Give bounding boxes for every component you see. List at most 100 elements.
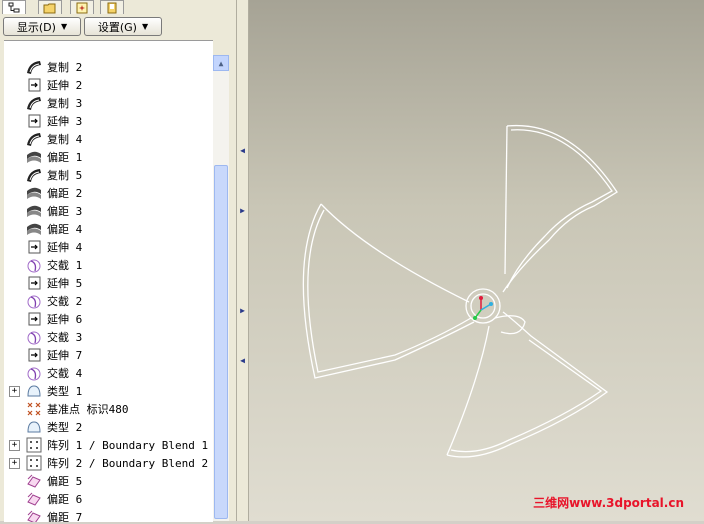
tree-item-label: 复制 5 [47, 169, 83, 182]
extend-icon [26, 275, 42, 291]
expand-icon[interactable]: + [9, 439, 20, 451]
tree-item-label: 偏距 2 [47, 187, 83, 200]
navigator-tab-strip [0, 0, 236, 14]
tree-item[interactable]: 复制 3 [4, 94, 213, 112]
tree-item-label: 交截 1 [47, 259, 83, 272]
tree-item-label: 偏距 6 [47, 493, 83, 506]
tree-item[interactable]: 交截 1 [4, 256, 213, 274]
offset-icon [26, 149, 42, 165]
tree-item-label: 交截 3 [47, 331, 83, 344]
tree-item-label: 复制 3 [47, 97, 83, 110]
tree-item-label: 偏距 1 [47, 151, 83, 164]
tree-item[interactable]: 延伸 3 [4, 112, 213, 130]
offset-pink-icon [26, 473, 42, 489]
intersect-icon [26, 329, 42, 345]
tree-item-label: 复制 4 [47, 133, 83, 146]
surface-type-icon [26, 383, 42, 399]
intersect-icon [26, 365, 42, 381]
tree-item[interactable]: 复制 4 [4, 130, 213, 148]
tree-item-label: 阵列 1 / Boundary Blend 1 [47, 439, 209, 452]
scroll-up-button[interactable]: ▲ [213, 55, 229, 71]
tree-item[interactable]: 偏距 6 [4, 490, 213, 508]
tree-item[interactable]: 复制 2 [4, 58, 213, 76]
offset-pink-icon [26, 491, 42, 507]
tree-item[interactable]: 交截 2 [4, 292, 213, 310]
tree-item-label: 延伸 4 [47, 241, 83, 254]
tree-item[interactable]: 基准点 标识480 [4, 400, 213, 418]
copy-surface-icon [26, 95, 42, 111]
caret-down-icon: ▼ [60, 22, 68, 31]
tree-item[interactable]: 类型 2 [4, 418, 213, 436]
tab-model-tree[interactable] [2, 0, 26, 14]
extend-icon [26, 239, 42, 255]
tree-item[interactable]: 延伸 5 [4, 274, 213, 292]
intersect-icon [26, 257, 42, 273]
watermark-text: 三维网www.3dportal.cn [533, 496, 684, 510]
show-dropdown[interactable]: 显示(D) ▼ [3, 17, 81, 36]
collapse-left-icon[interactable]: ◀ [238, 356, 247, 365]
model-tree-panel: 显示(D) ▼ 设置(G) ▼ 复制 2 延伸 2 复制 3 延伸 3 复制 4 偏距 1… [0, 0, 236, 522]
tree-item-label: 类型 2 [47, 421, 83, 434]
panel-splitter[interactable]: ◀ ▶ ▶ ◀ [236, 0, 249, 521]
scroll-thumb[interactable] [214, 165, 228, 519]
tree-item-label: 偏距 7 [47, 511, 83, 522]
tree-item[interactable]: 偏距 3 [4, 202, 213, 220]
graphics-viewport[interactable]: 三维网www.3dportal.cn [249, 0, 704, 521]
tree-item-label: 延伸 5 [47, 277, 83, 290]
tree-icon [8, 2, 20, 12]
tree-item-label: 偏距 4 [47, 223, 83, 236]
tree-item[interactable]: + 阵列 1 / Boundary Blend 1 [4, 436, 213, 454]
tree-item[interactable]: 偏距 2 [4, 184, 213, 202]
tree-item[interactable]: 偏距 1 [4, 148, 213, 166]
expand-right-icon[interactable]: ▶ [238, 306, 247, 315]
folder-icon [43, 3, 56, 13]
tree-toolbar: 显示(D) ▼ 设置(G) ▼ [0, 15, 236, 37]
pattern-icon [26, 437, 42, 453]
collapse-left-icon[interactable]: ◀ [238, 146, 247, 155]
tree-item[interactable]: 交截 4 [4, 364, 213, 382]
offset-icon [26, 185, 42, 201]
tree-item[interactable]: 偏距 4 [4, 220, 213, 238]
model-tree: 复制 2 延伸 2 复制 3 延伸 3 复制 4 偏距 1 复制 5 偏距 2 偏距 3 偏距 4… [4, 40, 213, 522]
tree-item[interactable]: 偏距 5 [4, 472, 213, 490]
tree-item-label: 延伸 6 [47, 313, 83, 326]
tree-item[interactable]: 延伸 6 [4, 310, 213, 328]
chevron-up-icon: ▲ [218, 58, 224, 68]
tree-item[interactable]: 延伸 2 [4, 76, 213, 94]
tree-item[interactable]: + 阵列 2 / Boundary Blend 2 [4, 454, 213, 472]
tree-item-label: 延伸 3 [47, 115, 83, 128]
offset-icon [26, 221, 42, 237]
extend-icon [26, 113, 42, 129]
datum-point-icon [26, 401, 42, 417]
pattern-icon [26, 455, 42, 471]
extend-icon [26, 77, 42, 93]
expand-right-icon[interactable]: ▶ [238, 206, 247, 215]
fan-blade-model [302, 124, 618, 458]
tab-favorites[interactable] [70, 0, 94, 14]
tree-item[interactable]: 延伸 4 [4, 238, 213, 256]
book-icon [107, 2, 117, 13]
tree-item-label: 偏距 5 [47, 475, 83, 488]
copy-surface-icon [26, 59, 42, 75]
tree-item-label: 类型 1 [47, 385, 83, 398]
tree-item[interactable]: 交截 3 [4, 328, 213, 346]
tree-item[interactable]: 复制 5 [4, 166, 213, 184]
tree-item-label: 交截 4 [47, 367, 83, 380]
settings-dropdown[interactable]: 设置(G) ▼ [84, 17, 162, 36]
expand-icon[interactable]: + [9, 385, 20, 397]
tab-connections[interactable] [100, 0, 124, 14]
tree-scrollbar[interactable]: ▲ [213, 55, 229, 521]
settings-label: 设置(G) [97, 20, 137, 34]
tab-folder-browser[interactable] [38, 0, 62, 14]
offset-pink-icon [26, 509, 42, 522]
tree-item[interactable]: + 类型 1 [4, 382, 213, 400]
tree-item-label: 延伸 7 [47, 349, 83, 362]
extend-icon [26, 347, 42, 363]
surface-type-icon [26, 419, 42, 435]
expand-icon[interactable]: + [9, 457, 20, 469]
tree-item-label: 基准点 标识480 [47, 403, 129, 416]
tree-item[interactable]: 延伸 7 [4, 346, 213, 364]
caret-down-icon: ▼ [141, 22, 149, 31]
tree-item[interactable]: 偏距 7 [4, 508, 213, 522]
tree-item-label: 偏距 3 [47, 205, 83, 218]
